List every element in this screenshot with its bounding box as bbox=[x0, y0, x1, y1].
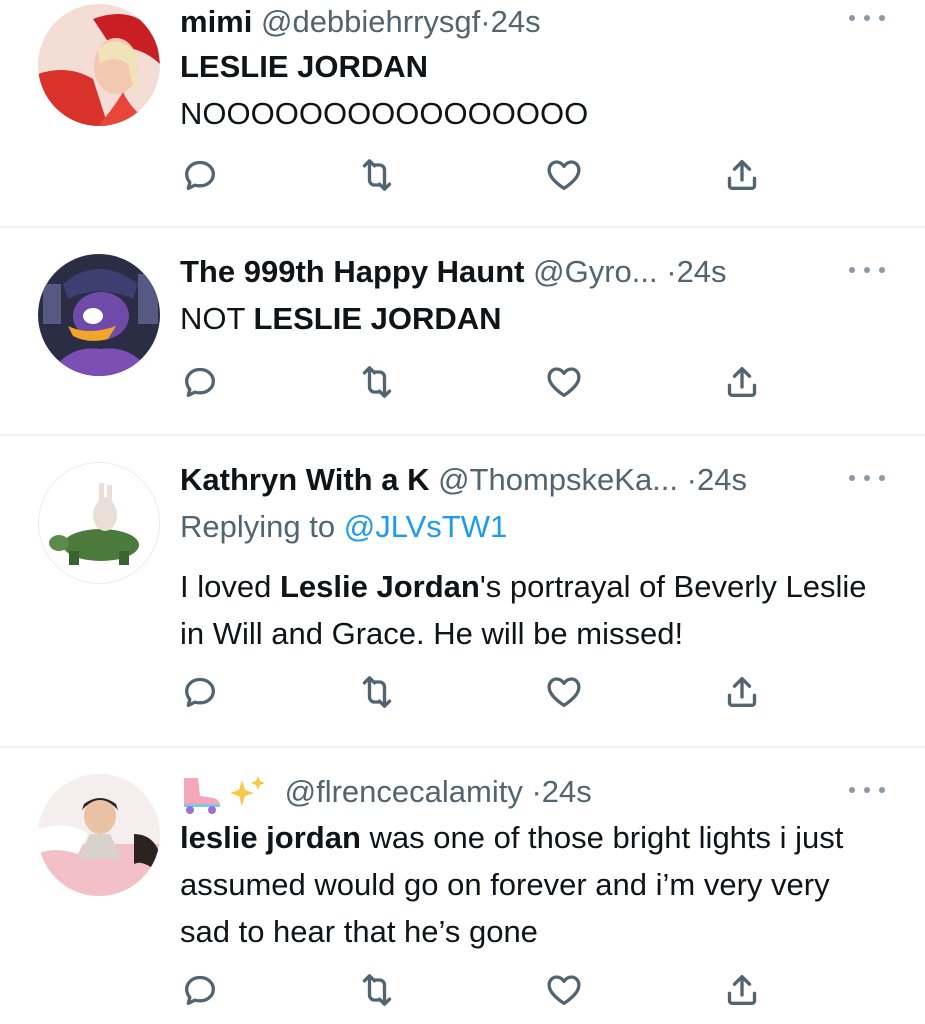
tweet[interactable]: mimi @debbiehrrysgf·24s LESLIE JORDAN NO… bbox=[0, 0, 925, 226]
tweet-text: leslie jordan was one of those bright li… bbox=[180, 814, 885, 955]
tweet-header: Kathryn With a K @ThompskeKa... ·24s bbox=[180, 460, 835, 500]
tweet-text-bold: Leslie Jordan bbox=[279, 569, 480, 604]
retweet-icon[interactable] bbox=[357, 362, 397, 402]
reply-icon[interactable] bbox=[180, 970, 220, 1010]
share-icon[interactable] bbox=[722, 970, 762, 1010]
tweet-actions bbox=[180, 155, 780, 195]
tweet-text-bold: LESLIE JORDAN bbox=[253, 301, 502, 336]
timestamp[interactable]: 24s bbox=[542, 774, 592, 809]
tweet-actions bbox=[180, 970, 780, 1010]
separator-dot: · bbox=[480, 4, 491, 39]
display-name[interactable]: The 999th Happy Haunt bbox=[180, 254, 525, 289]
username[interactable]: @Gyro... bbox=[533, 254, 657, 289]
more-icon[interactable] bbox=[849, 780, 885, 800]
sparkles-icon bbox=[230, 779, 254, 806]
separator-dot: · bbox=[531, 774, 542, 809]
avatar-image bbox=[38, 254, 160, 376]
username[interactable]: @ThompskeKa... bbox=[438, 462, 678, 497]
avatar[interactable] bbox=[38, 4, 160, 126]
share-icon[interactable] bbox=[722, 155, 762, 195]
tweet-text-plain: I loved bbox=[180, 569, 280, 604]
timestamp[interactable]: 24s bbox=[697, 462, 747, 497]
tweet-header: mimi @debbiehrrysgf·24s bbox=[180, 2, 835, 42]
heart-icon[interactable] bbox=[544, 672, 584, 712]
avatar-image bbox=[38, 774, 160, 896]
reply-icon[interactable] bbox=[180, 155, 220, 195]
retweet-icon[interactable] bbox=[357, 672, 397, 712]
mention-link[interactable]: @JLVsTW1 bbox=[344, 509, 508, 544]
timestamp[interactable]: 24s bbox=[677, 254, 727, 289]
more-icon[interactable] bbox=[849, 8, 885, 28]
avatar-image bbox=[38, 4, 160, 126]
display-name[interactable]: mimi bbox=[180, 4, 252, 39]
name-emoji[interactable] bbox=[180, 774, 276, 814]
more-icon[interactable] bbox=[849, 260, 885, 280]
tweet-text-line: LESLIE JORDAN bbox=[180, 49, 429, 84]
heart-icon[interactable] bbox=[544, 362, 584, 402]
separator-dot: · bbox=[686, 462, 697, 497]
retweet-icon[interactable] bbox=[357, 155, 397, 195]
tweet-text-bold: leslie jordan bbox=[180, 820, 361, 855]
timestamp[interactable]: 24s bbox=[491, 4, 541, 39]
tweet[interactable]: The 999th Happy Haunt @Gyro... ·24s NOT … bbox=[0, 228, 925, 434]
username[interactable]: @debbiehrrysgf bbox=[261, 4, 480, 39]
avatar[interactable] bbox=[38, 774, 160, 896]
tweet-actions bbox=[180, 362, 780, 402]
avatar[interactable] bbox=[38, 462, 160, 584]
more-icon[interactable] bbox=[849, 468, 885, 488]
separator-dot: · bbox=[666, 254, 677, 289]
tweet-actions bbox=[180, 672, 780, 712]
share-icon[interactable] bbox=[722, 672, 762, 712]
tweet-header: @flrencecalamity ·24s bbox=[180, 772, 835, 814]
tweet-header: The 999th Happy Haunt @Gyro... ·24s bbox=[180, 252, 835, 292]
reply-icon[interactable] bbox=[180, 672, 220, 712]
tweet-text-line: NOOOOOOOOOOOOOOOO bbox=[180, 96, 589, 131]
replying-to: Replying to @JLVsTW1 bbox=[180, 503, 885, 550]
replying-label: Replying to bbox=[180, 509, 344, 544]
reply-icon[interactable] bbox=[180, 362, 220, 402]
share-icon[interactable] bbox=[722, 362, 762, 402]
tweet-text-plain: NOT bbox=[180, 301, 254, 336]
avatar-image bbox=[39, 463, 159, 583]
heart-icon[interactable] bbox=[544, 970, 584, 1010]
tweet[interactable]: @flrencecalamity ·24s leslie jordan was … bbox=[0, 748, 925, 1024]
display-name[interactable]: Kathryn With a K bbox=[180, 462, 429, 497]
username[interactable]: @flrencecalamity bbox=[285, 774, 523, 809]
retweet-icon[interactable] bbox=[357, 970, 397, 1010]
tweet-text: LESLIE JORDAN NOOOOOOOOOOOOOOOO bbox=[180, 43, 885, 137]
avatar[interactable] bbox=[38, 254, 160, 376]
tweet-text: I loved Leslie Jordan's portrayal of Bev… bbox=[180, 563, 885, 657]
tweet[interactable]: Kathryn With a K @ThompskeKa... ·24s Rep… bbox=[0, 436, 925, 746]
tweet-text: NOT LESLIE JORDAN bbox=[180, 295, 885, 342]
roller-skate-icon bbox=[184, 775, 265, 814]
heart-icon[interactable] bbox=[544, 155, 584, 195]
